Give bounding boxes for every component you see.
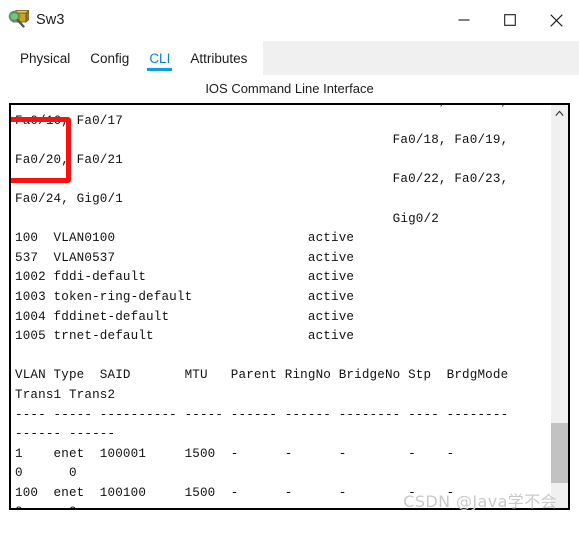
terminal-line: 100 VLAN0100 active	[15, 229, 551, 249]
terminal-lines: Fa0/14, Fa0/15,Fa0/16, Fa0/17 Fa0/18, Fa…	[15, 105, 551, 508]
terminal-line: Fa0/24, Gig0/1	[15, 190, 551, 210]
terminal-line: 1 enet 100001 1500 - - - - -	[15, 445, 551, 465]
terminal-line: Trans1 Trans2	[15, 386, 551, 406]
terminal-line	[15, 347, 551, 367]
terminal-scrollbar[interactable]	[551, 105, 568, 508]
tab-strip: Physical Config CLI Attributes	[0, 41, 263, 75]
tab-cli-label: CLI	[149, 51, 170, 66]
scrollbar-thumb[interactable]	[551, 423, 568, 483]
tab-attributes[interactable]: Attributes	[180, 41, 257, 75]
chevron-up-icon	[555, 110, 564, 117]
tab-physical[interactable]: Physical	[10, 41, 80, 75]
window-titlebar: Sw3	[0, 0, 579, 41]
scrollbar-up-button[interactable]	[551, 105, 568, 122]
terminal-line: Fa0/20, Fa0/21	[15, 151, 551, 171]
panel-caption: IOS Command Line Interface	[9, 75, 570, 103]
terminal-line: 1004 fddinet-default active	[15, 308, 551, 328]
minimize-button[interactable]	[441, 0, 487, 40]
tab-attributes-label: Attributes	[190, 51, 247, 66]
minimize-icon	[458, 14, 470, 26]
terminal-line: ------ ------	[15, 425, 551, 445]
terminal-line: Fa0/16, Fa0/17	[15, 112, 551, 132]
tab-config-label: Config	[90, 51, 129, 66]
terminal-line: Gig0/2	[15, 210, 551, 230]
terminal-line: 1005 trnet-default active	[15, 327, 551, 347]
window-controls	[441, 0, 579, 40]
cli-panel: IOS Command Line Interface Fa0/14, Fa0/1…	[0, 75, 579, 556]
tab-cli[interactable]: CLI	[139, 41, 180, 75]
terminal-line: ---- ----- ---------- ----- ------ -----…	[15, 406, 551, 426]
terminal-line: 1003 token-ring-default active	[15, 288, 551, 308]
terminal-output[interactable]: Fa0/14, Fa0/15,Fa0/16, Fa0/17 Fa0/18, Fa…	[11, 105, 551, 508]
terminal-line: Fa0/22, Fa0/23,	[15, 170, 551, 190]
window-title: Sw3	[36, 12, 65, 28]
terminal-line: VLAN Type SAID MTU Parent RingNo BridgeN…	[15, 366, 551, 386]
terminal-line: 1002 fddi-default active	[15, 268, 551, 288]
terminal-line: 0 0	[15, 464, 551, 484]
terminal-line: 537 VLAN0537 active	[15, 249, 551, 269]
terminal-line: Fa0/14, Fa0/15,	[15, 105, 551, 112]
tab-physical-label: Physical	[20, 51, 70, 66]
tab-config[interactable]: Config	[80, 41, 139, 75]
tab-strip-background: Physical Config CLI Attributes	[0, 41, 579, 75]
csdn-watermark: CSDN @Java学不会	[403, 488, 557, 512]
packet-tracer-switch-icon	[7, 9, 29, 31]
close-icon	[550, 14, 563, 27]
close-button[interactable]	[533, 0, 579, 40]
maximize-icon	[504, 14, 516, 26]
maximize-button[interactable]	[487, 0, 533, 40]
terminal-line: Fa0/18, Fa0/19,	[15, 131, 551, 151]
terminal-window[interactable]: Fa0/14, Fa0/15,Fa0/16, Fa0/17 Fa0/18, Fa…	[9, 103, 570, 510]
